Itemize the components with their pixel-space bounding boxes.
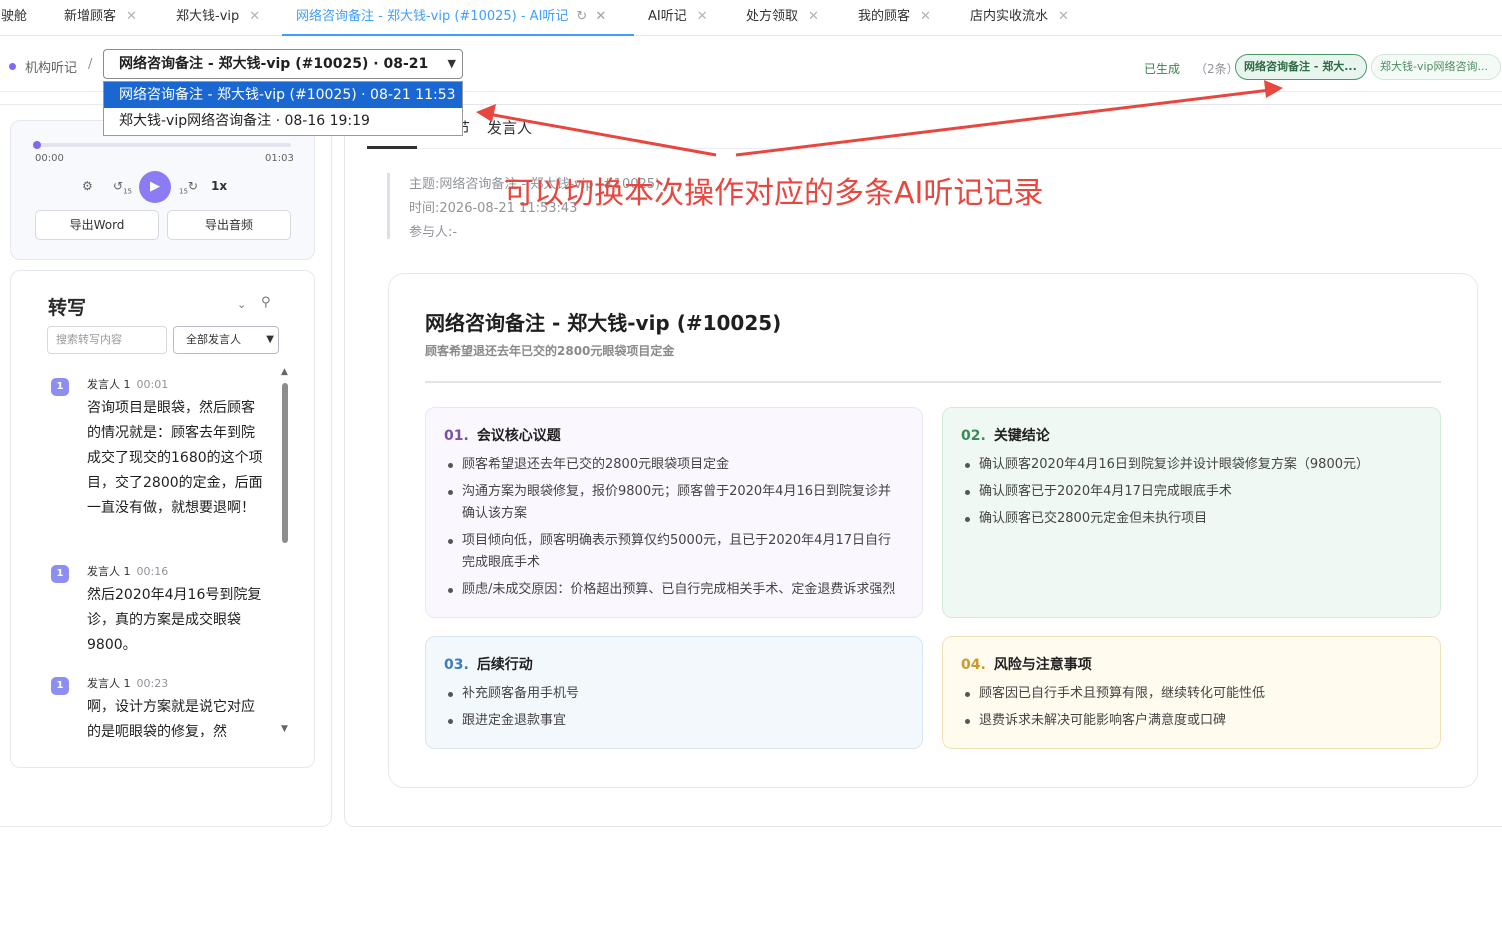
arrow-right-line bbox=[735, 88, 1271, 157]
arrow-left-head-icon bbox=[476, 104, 496, 122]
annotation-text: 可以切换本次操作对应的多条AI听记记录 bbox=[504, 176, 1044, 211]
arrow-left-line bbox=[487, 112, 717, 157]
arrow-right-head-icon bbox=[1264, 80, 1283, 98]
annotation-arrows bbox=[476, 80, 1283, 157]
